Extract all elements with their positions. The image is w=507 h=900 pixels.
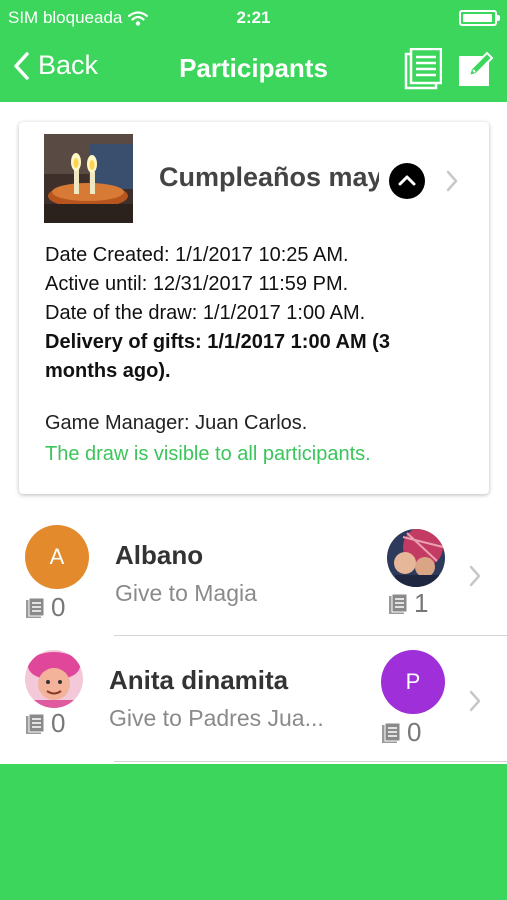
document-icon <box>26 597 45 618</box>
footer-area <box>0 764 507 900</box>
event-photo <box>44 134 133 223</box>
own-count: 0 <box>51 708 66 738</box>
active-until: Active until: 12/31/2017 11:59 PM. <box>45 273 349 295</box>
avatar-initial: A <box>49 544 65 569</box>
document-icon <box>389 593 408 614</box>
list-icon[interactable] <box>404 48 442 90</box>
chevron-up-icon <box>398 175 416 186</box>
delivery-date: Delivery of gifts: 1/1/2017 1:00 AM (3 m… <box>45 331 390 382</box>
row-divider <box>114 635 507 636</box>
participant-name: Albano <box>115 540 204 570</box>
avatar: A <box>25 525 89 589</box>
event-details: Date Created: 1/1/2017 10:25 AM. Active … <box>45 241 465 386</box>
give-to-label: Give to Magia <box>115 580 257 606</box>
avatar-initial: P <box>405 669 421 694</box>
clock: 2:21 <box>236 8 271 27</box>
own-wishlist-count: 0 <box>25 592 65 623</box>
main-content: Cumpleaños may Date Created: 1/1/2017 10… <box>0 102 507 764</box>
collapse-button[interactable] <box>389 163 425 199</box>
event-title[interactable]: Cumpleaños may <box>159 162 379 198</box>
target-wishlist-count: 1 <box>388 588 428 619</box>
target-count: 0 <box>407 717 422 747</box>
chevron-right-icon <box>469 690 481 712</box>
row-divider <box>114 761 507 762</box>
chevron-right-icon <box>469 565 481 587</box>
own-wishlist-count: 0 <box>25 708 65 739</box>
chevron-left-icon <box>14 51 29 80</box>
own-count: 0 <box>51 592 66 622</box>
target-count: 1 <box>414 588 429 618</box>
nav-bar: Back Participants <box>0 36 507 102</box>
edit-icon[interactable] <box>457 50 495 88</box>
target-avatar: P <box>381 650 445 714</box>
target-wishlist-count: 0 <box>381 717 421 748</box>
target-avatar <box>387 529 445 587</box>
chevron-right-icon[interactable] <box>445 170 459 192</box>
participant-name: Anita dinamita <box>109 665 289 695</box>
participant-row[interactable]: 0 Anita dinamita Give to Padres Jua... P… <box>0 647 507 773</box>
back-button[interactable]: Back <box>12 50 98 81</box>
back-label: Back <box>38 50 99 80</box>
battery-icon <box>459 10 500 26</box>
avatar <box>25 650 83 708</box>
document-icon <box>26 713 45 734</box>
status-bar: SIM bloqueada 2:21 <box>0 0 507 36</box>
event-card: Cumpleaños may Date Created: 1/1/2017 10… <box>19 122 489 494</box>
participant-row[interactable]: A 0 Albano Give to Magia 1 <box>0 520 507 646</box>
visibility-note: The draw is visible to all participants. <box>45 443 371 465</box>
document-icon <box>382 722 401 743</box>
draw-date: Date of the draw: 1/1/2017 1:00 AM. <box>45 302 366 324</box>
give-to-label: Give to Padres Jua... <box>109 705 324 731</box>
date-created: Date Created: 1/1/2017 10:25 AM. <box>45 244 349 266</box>
game-manager: Game Manager: Juan Carlos. <box>45 412 308 434</box>
